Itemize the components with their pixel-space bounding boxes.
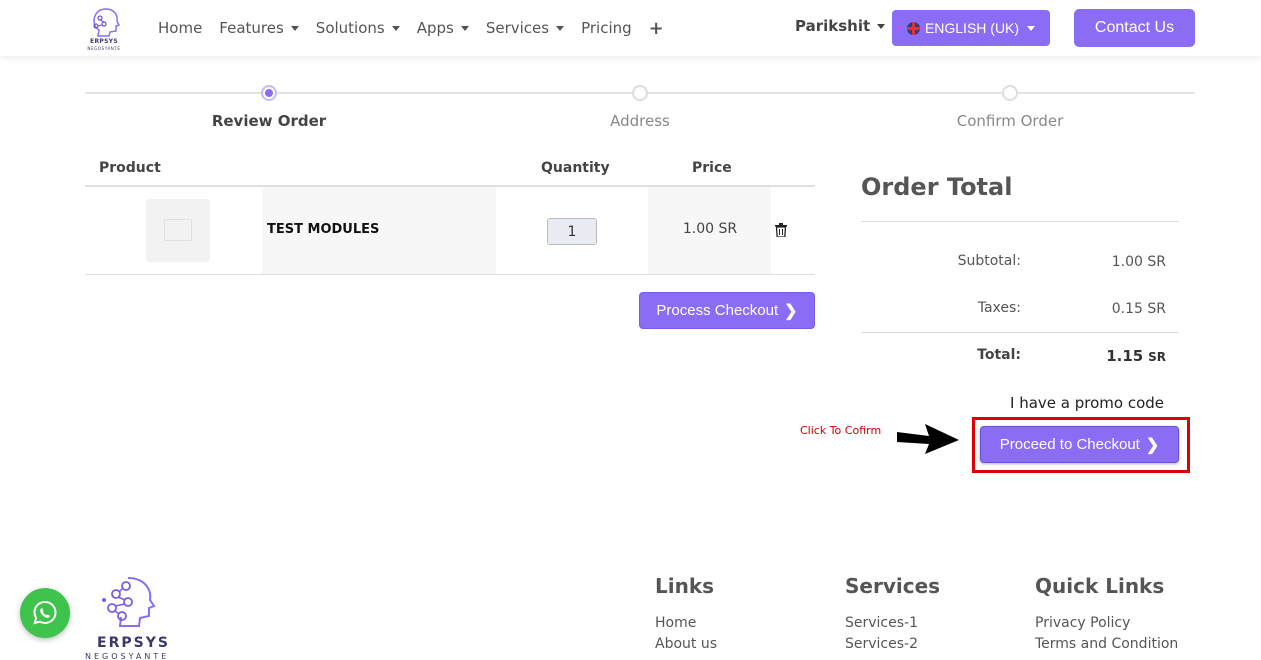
confirm-hint-text: Click To Cofirm [800,424,882,437]
arrow-right-icon [897,424,959,454]
column-header-product: Product [99,160,161,176]
caret-down-icon [877,23,886,29]
brand-subtext: NEGOSYANTE [87,46,121,51]
caret-down-icon [556,25,565,31]
column-header-quantity: Quantity [541,160,610,176]
caret-down-icon [1027,25,1036,31]
footer-logo-icon[interactable] [98,572,160,634]
step-dot-review [261,85,277,101]
step-dot-confirm [1002,85,1018,101]
chevron-right-icon: ❯ [1145,436,1160,454]
brand-logo[interactable]: ERPSYS NEGOSYANTE [84,6,124,51]
footer-link-services-1[interactable]: Services-1 [845,615,918,631]
footer-link-terms[interactable]: Terms and Condition [1035,636,1178,652]
product-name: TEST MODULES [267,222,380,237]
product-image-icon [164,219,192,241]
order-total-divider [861,221,1179,222]
step-label-confirm: Confirm Order [956,112,1064,130]
table-row-divider [85,274,815,275]
top-navbar: ERPSYS NEGOSYANTE Home Features Solution… [0,0,1261,56]
nav-pricing[interactable]: Pricing [581,19,632,37]
total-value: 1.15 SR [1060,347,1166,365]
language-dropdown-button[interactable]: ENGLISH (UK) [892,10,1050,46]
footer-links-title: Links [655,574,715,598]
nav-home[interactable]: Home [158,19,202,37]
column-header-price: Price [692,160,732,176]
process-checkout-button[interactable]: Process Checkout ❯ [639,292,815,329]
nav-apps-label: Apps [416,19,454,37]
step-dot-address [632,85,648,101]
process-checkout-label: Process Checkout [656,302,779,319]
language-label: ENGLISH (UK) [924,20,1020,36]
promo-code-link[interactable]: I have a promo code [1010,394,1164,412]
total-divider [861,332,1179,333]
brand-head-icon [93,8,121,37]
user-name: Parikshit [795,17,871,35]
footer-link-services-2[interactable]: Services-2 [845,636,918,652]
footer-link-privacy[interactable]: Privacy Policy [1035,615,1130,631]
user-menu[interactable]: Parikshit [795,17,886,35]
trash-icon[interactable] [775,223,787,237]
footer-link-about[interactable]: About us [655,636,717,652]
nav-features-label: Features [219,19,284,37]
nav-pricing-label: Pricing [581,19,632,37]
footer-quick-links-title: Quick Links [1035,574,1165,598]
quantity-input[interactable] [547,218,597,245]
footer-services-title: Services [845,574,941,598]
taxes-value: 0.15 SR [1111,301,1166,317]
product-thumbnail[interactable] [146,199,210,262]
taxes-label: Taxes: [977,300,1021,316]
main-nav: Home Features Solutions Apps Services Pr… [158,0,681,56]
order-total-title: Order Total [861,173,1013,201]
brand-text: ERPSYS [90,38,118,45]
step-label-review: Review Order [211,112,327,130]
proceed-label: Proceed to Checkout [999,436,1140,453]
nav-services-label: Services [485,19,550,37]
nav-home-label: Home [158,19,203,37]
footer-brand: ERPSYS [97,635,170,651]
contact-us-button[interactable]: Contact Us [1074,9,1195,47]
total-amount: 1.15 [1106,347,1144,365]
nav-apps[interactable]: Apps [417,19,469,37]
total-currency: SR [1148,350,1166,364]
caret-down-icon [290,25,299,31]
footer-link-home[interactable]: Home [655,615,696,631]
whatsapp-button[interactable] [20,588,70,638]
caret-down-icon [460,25,469,31]
caret-down-icon [391,25,400,31]
chevron-right-icon: ❯ [784,302,798,320]
footer-brand-sub: NEGOSYANTE [85,652,170,660]
whatsapp-icon [33,600,57,625]
nav-services[interactable]: Services [485,19,565,37]
nav-features[interactable]: Features [219,19,299,37]
subtotal-label: Subtotal: [957,253,1021,269]
subtotal-value: 1.00 SR [1111,254,1166,270]
total-label: Total: [977,347,1021,363]
nav-solutions[interactable]: Solutions [316,19,400,37]
uk-flag-icon [906,21,920,35]
plus-icon[interactable]: + [649,18,664,39]
product-price: 1.00 SR [682,221,738,237]
step-label-address: Address [610,112,670,130]
nav-solutions-label: Solutions [315,19,385,37]
proceed-to-checkout-button[interactable]: Proceed to Checkout ❯ [980,426,1179,463]
